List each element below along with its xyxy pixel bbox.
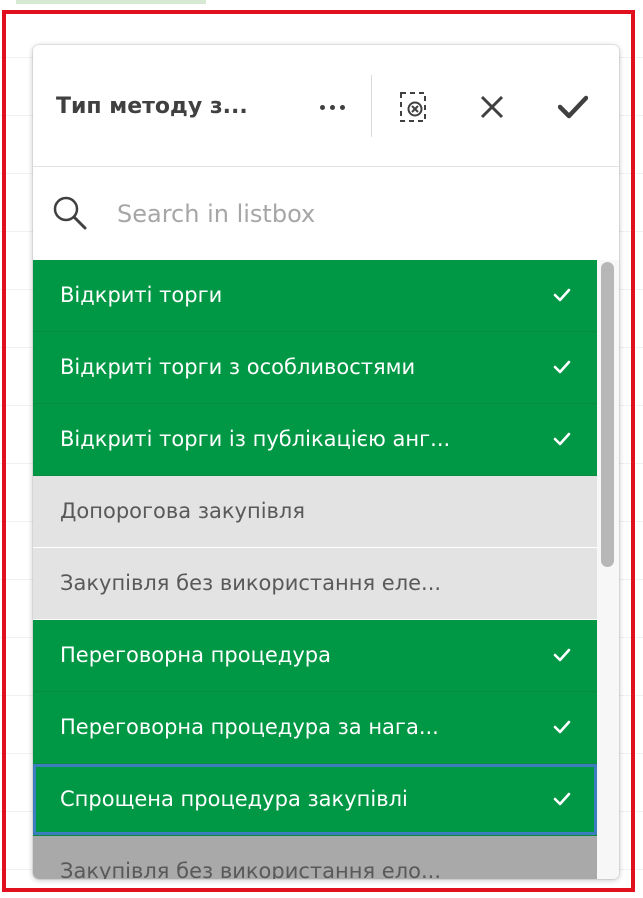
selected-check-icon [553, 288, 571, 302]
listbox-title: Тип методу з... [56, 94, 248, 119]
list-item[interactable]: Відкриті торги із публікацією анг... [33, 404, 597, 476]
more-dot [339, 104, 345, 110]
selected-check-icon [553, 432, 571, 446]
listbox-header: Тип методу з... [33, 45, 619, 167]
close-icon [480, 95, 504, 119]
selected-check-icon [553, 648, 571, 662]
confirm-selection-button[interactable] [543, 83, 603, 131]
clear-selections-icon [400, 92, 426, 122]
cancel-button[interactable] [466, 83, 518, 131]
list-item[interactable]: Відкриті торги [33, 260, 597, 332]
selected-check-icon [553, 720, 571, 734]
selected-check-icon [553, 360, 571, 374]
list-item-label: Закупівля без використання ело... [60, 859, 441, 879]
list-item[interactable]: Переговорна процедура [33, 620, 597, 692]
listbox-scrollbar[interactable] [597, 260, 619, 879]
listbox-items: Відкриті торги Відкриті торги з особливос… [33, 260, 597, 879]
list-item[interactable]: Спрощена процедура закупівлі [33, 764, 597, 836]
list-item[interactable]: Закупівля без використання ело... [33, 836, 597, 879]
list-item-label: Допорогова закупівля [60, 499, 305, 523]
search-input[interactable] [117, 195, 577, 233]
list-item-label: Спрощена процедура закупівлі [60, 787, 408, 811]
more-dot [329, 104, 335, 110]
list-item[interactable]: Допорогова закупівля [33, 476, 597, 548]
checkmark-icon [558, 95, 588, 119]
search-icon [53, 196, 87, 230]
list-item-label: Відкриті торги із публікацією анг... [60, 427, 451, 451]
list-item[interactable]: Переговорна процедура за нага... [33, 692, 597, 764]
list-item-label: Переговорна процедура за нага... [60, 715, 439, 739]
list-item-label: Переговорна процедура [60, 643, 331, 667]
listbox-popover: Тип методу з... Search in listbox Відкри… [33, 45, 619, 879]
selected-check-icon [553, 792, 571, 806]
search-row [33, 167, 619, 260]
more-options-button[interactable] [305, 85, 359, 129]
list-item[interactable]: Закупівля без використання еле... [33, 548, 597, 620]
list-item-label: Закупівля без використання еле... [60, 571, 442, 595]
header-divider [371, 75, 372, 137]
list-item[interactable]: Відкриті торги з особливостями [33, 332, 597, 404]
list-item-label: Відкриті торги [60, 283, 223, 307]
scrollbar-thumb[interactable] [601, 262, 614, 567]
clear-selections-button[interactable] [387, 83, 439, 131]
more-dots-icon [319, 104, 325, 110]
list-item-label: Відкриті торги з особливостями [60, 355, 416, 379]
